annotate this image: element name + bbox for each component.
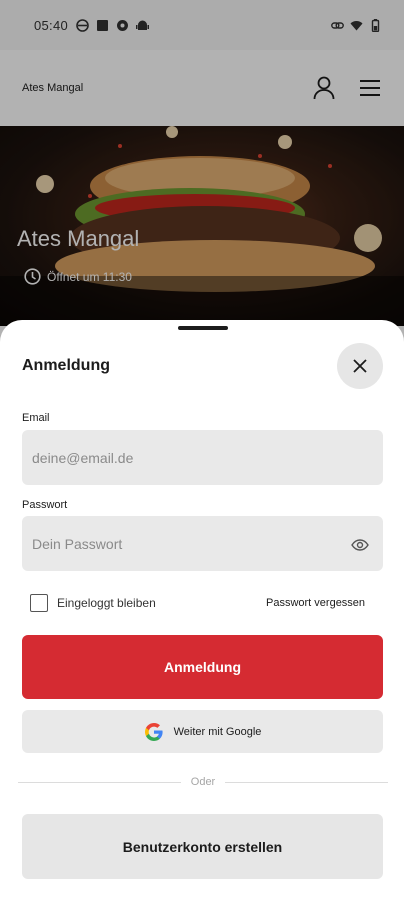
show-password-button[interactable] (348, 533, 372, 557)
remember-me-checkbox[interactable] (30, 594, 48, 612)
google-login-label: Weiter mit Google (173, 725, 262, 738)
divider-line-left (18, 781, 181, 783)
email-field[interactable] (22, 430, 383, 485)
divider-line-right (225, 781, 388, 783)
close-button[interactable] (337, 343, 383, 389)
close-icon (353, 359, 367, 373)
google-logo-icon (144, 722, 163, 741)
password-field[interactable] (22, 516, 383, 571)
remember-me-label: Eingeloggt bleiben (57, 596, 156, 610)
login-bottom-sheet: Anmeldung Email Passwort Eingeloggt blei… (0, 320, 404, 900)
google-login-button[interactable]: Weiter mit Google (22, 710, 383, 753)
create-account-button[interactable]: Benutzerkonto erstellen (22, 814, 383, 879)
divider-label: Oder (190, 776, 216, 788)
or-divider: Oder (18, 776, 388, 788)
forgot-password-link[interactable]: Passwort vergessen (266, 597, 365, 609)
sheet-title: Anmeldung (22, 357, 110, 374)
login-button[interactable]: Anmeldung (22, 635, 383, 699)
password-label: Passwort (22, 499, 68, 511)
email-label: Email (22, 412, 50, 424)
eye-icon (351, 539, 369, 551)
drag-handle[interactable] (178, 326, 228, 330)
remember-me-option[interactable]: Eingeloggt bleiben (30, 594, 156, 612)
